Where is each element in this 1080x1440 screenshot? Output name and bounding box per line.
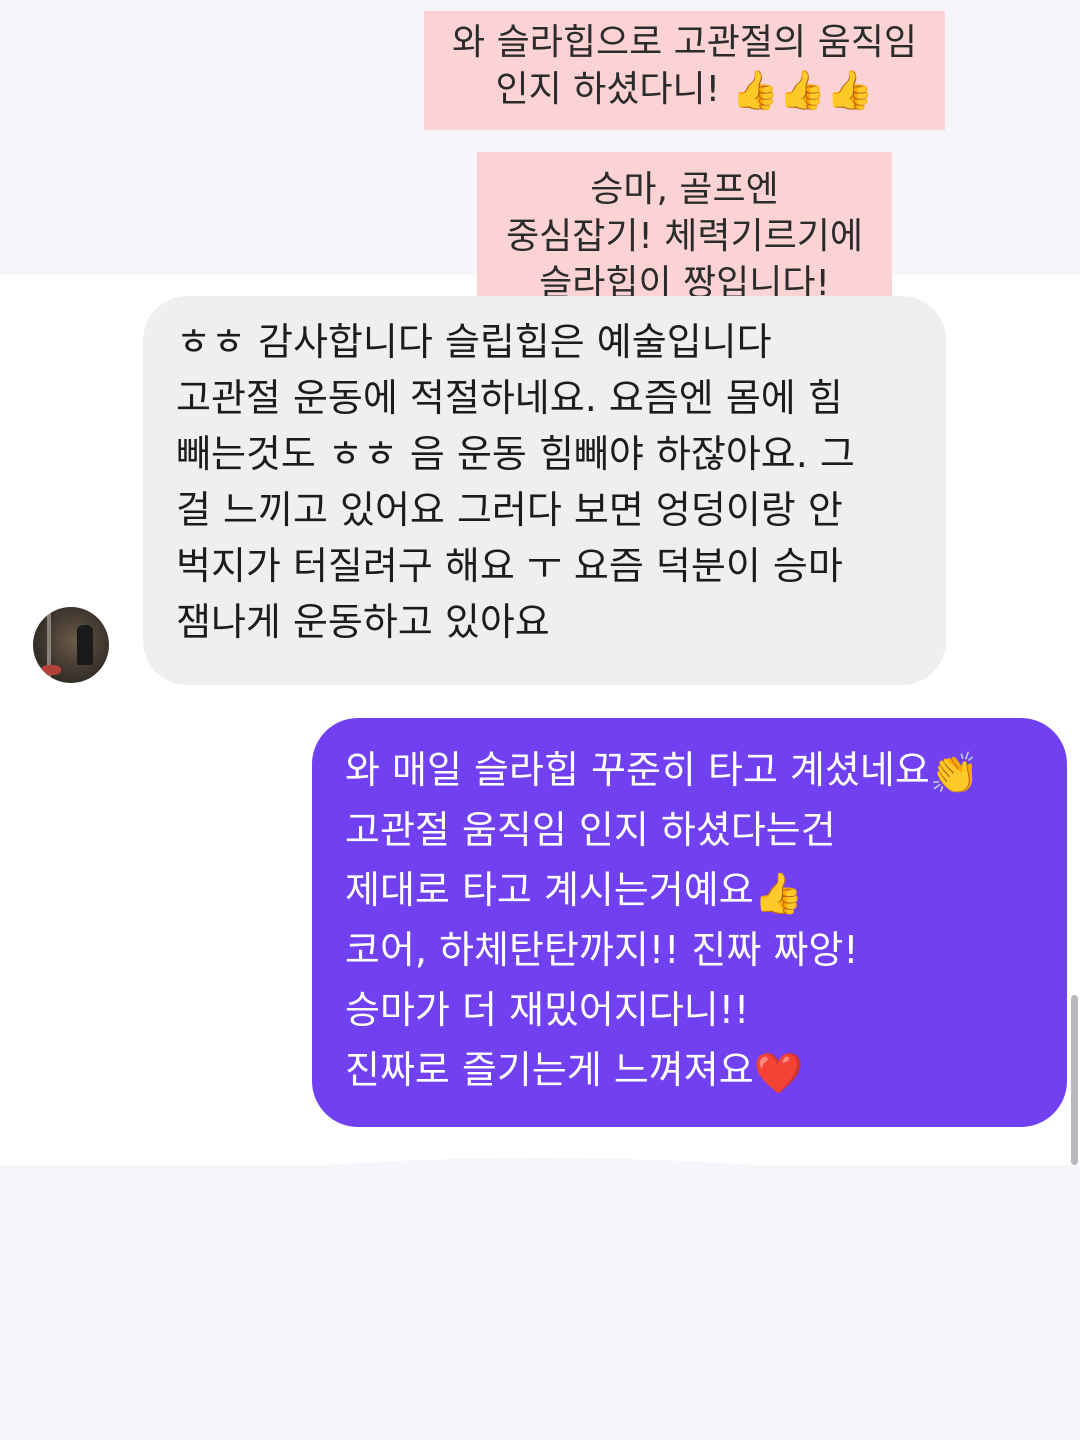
outgoing-line-4: 코어, 하체탄탄까지!! 진짜 짜앙!: [345, 928, 859, 972]
pink-note-2: 승마, 골프엔 중심잡기! 체력기르기에 슬라힙이 짱입니다!: [477, 152, 892, 318]
red-heart-icon: ❤️: [753, 1051, 804, 1097]
incoming-line-5: 벅지가 터질려구 해요 ㅜ 요즘 덕분이 승마: [176, 544, 843, 588]
outgoing-line-2: 고관절 움직임 인지 하셨다는건: [345, 808, 836, 852]
incoming-line-6: 잼나게 운동하고 있아요: [176, 600, 550, 644]
outgoing-line-3: 제대로 타고 계시는거예요: [345, 868, 754, 912]
note-1-line-1: 와 슬라힙으로 고관절의 움직임: [452, 22, 917, 63]
bottom-background: [0, 1165, 1080, 1440]
scrollbar[interactable]: [1071, 995, 1078, 1165]
incoming-line-2: 고관절 운동에 적절하네요. 요즘엔 몸에 힘: [176, 376, 843, 420]
pink-note-1: 와 슬라힙으로 고관절의 움직임 인지 하셨다니! 👍👍👍: [424, 11, 945, 130]
outgoing-line-5: 승마가 더 재밌어지다니!!: [345, 988, 750, 1032]
outgoing-line-1: 와 매일 슬라힙 꾸준히 타고 계셨네요: [345, 748, 930, 792]
outgoing-line-6: 진짜로 즐기는게 느껴져요: [345, 1048, 754, 1092]
incoming-line-3: 빼는것도 ㅎㅎ 음 운동 힘빼야 하잖아요. 그: [176, 432, 855, 476]
thumbs-up-icon: 👍👍👍: [731, 68, 874, 112]
incoming-message-bubble[interactable]: ㅎㅎ 감사합니다 슬립힙은 예술입니다 고관절 운동에 적절하네요. 요즘엔 몸…: [143, 296, 946, 685]
clapping-hands-icon: 👏: [929, 751, 980, 797]
avatar[interactable]: [33, 607, 109, 683]
note-1-line-2: 인지 하셨다니!: [495, 69, 721, 110]
incoming-line-4: 걸 느끼고 있어요 그러다 보면 엉덩이랑 안: [176, 488, 843, 532]
incoming-line-1: ㅎㅎ 감사합니다 슬립힙은 예술입니다: [176, 320, 772, 364]
thumbs-up-icon: 👍: [753, 871, 804, 917]
outgoing-message-bubble[interactable]: 와 매일 슬라힙 꾸준히 타고 계셨네요👏 고관절 움직임 인지 하셨다는건 제…: [312, 718, 1067, 1127]
note-2-line-1: 승마, 골프엔: [590, 169, 779, 210]
note-2-line-2: 중심잡기! 체력기르기에: [505, 216, 864, 257]
